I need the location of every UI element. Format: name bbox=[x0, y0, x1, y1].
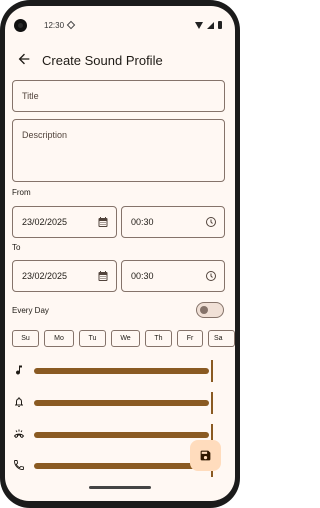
notification-volume-slider[interactable] bbox=[5, 392, 235, 414]
front-camera bbox=[14, 19, 27, 32]
day-selector: Su Mo Tu We Th Fr Sa bbox=[12, 330, 235, 347]
day-chip-mo[interactable]: Mo bbox=[44, 330, 74, 347]
to-time-picker[interactable]: 00:30 bbox=[121, 260, 225, 292]
phone-device: 12:30 Create Sound Profile Title Descrip… bbox=[0, 0, 240, 508]
calendar-icon bbox=[98, 271, 108, 281]
slider-track[interactable] bbox=[34, 432, 209, 438]
to-date-value: 23/02/2025 bbox=[22, 271, 68, 281]
phone-icon bbox=[14, 460, 24, 470]
ringtone-icon bbox=[13, 429, 25, 439]
back-arrow-icon[interactable] bbox=[16, 51, 32, 67]
media-volume-slider[interactable] bbox=[5, 360, 235, 382]
from-time-value: 00:30 bbox=[131, 217, 154, 227]
app-screen: 12:30 Create Sound Profile Title Descrip… bbox=[5, 6, 235, 501]
day-chip-sa[interactable]: Sa bbox=[208, 330, 235, 347]
toggle-knob bbox=[200, 306, 208, 314]
notification-icon bbox=[66, 20, 76, 30]
calendar-icon bbox=[98, 217, 108, 227]
music-note-icon bbox=[16, 365, 22, 375]
bell-icon bbox=[15, 397, 23, 407]
day-chip-th[interactable]: Th bbox=[145, 330, 172, 347]
title-field[interactable]: Title bbox=[12, 80, 225, 112]
day-chip-tu[interactable]: Tu bbox=[79, 330, 106, 347]
clock-icon bbox=[206, 271, 216, 281]
slider-thumb[interactable] bbox=[211, 360, 213, 382]
from-label: From bbox=[12, 188, 31, 197]
title-field-label: Title bbox=[22, 91, 39, 101]
status-time: 12:30 bbox=[44, 21, 65, 30]
signal-icon bbox=[207, 21, 214, 29]
save-button[interactable] bbox=[190, 440, 221, 471]
description-field[interactable]: Description bbox=[12, 119, 225, 182]
from-date-value: 23/02/2025 bbox=[22, 217, 68, 227]
every-day-toggle[interactable] bbox=[196, 302, 224, 318]
save-icon bbox=[200, 450, 211, 461]
from-time-picker[interactable]: 00:30 bbox=[121, 206, 225, 238]
description-field-label: Description bbox=[22, 130, 68, 140]
slider-thumb[interactable] bbox=[211, 392, 213, 414]
slider-track[interactable] bbox=[34, 368, 209, 374]
top-app-bar: Create Sound Profile bbox=[5, 48, 235, 72]
slider-track[interactable] bbox=[34, 463, 209, 469]
home-indicator[interactable] bbox=[89, 486, 151, 489]
to-date-picker[interactable]: 23/02/2025 bbox=[12, 260, 117, 292]
from-date-picker[interactable]: 23/02/2025 bbox=[12, 206, 117, 238]
day-chip-su[interactable]: Su bbox=[12, 330, 39, 347]
battery-icon bbox=[218, 21, 222, 29]
slider-track[interactable] bbox=[34, 400, 209, 406]
wifi-icon bbox=[195, 21, 203, 29]
status-icons bbox=[195, 21, 222, 29]
day-chip-fr[interactable]: Fr bbox=[177, 330, 203, 347]
status-bar: 12:30 bbox=[5, 6, 235, 36]
every-day-label: Every Day bbox=[12, 306, 49, 315]
page-title: Create Sound Profile bbox=[42, 53, 163, 68]
to-label: To bbox=[12, 243, 21, 252]
clock-icon bbox=[206, 217, 216, 227]
day-chip-we[interactable]: We bbox=[111, 330, 140, 347]
to-time-value: 00:30 bbox=[131, 271, 154, 281]
